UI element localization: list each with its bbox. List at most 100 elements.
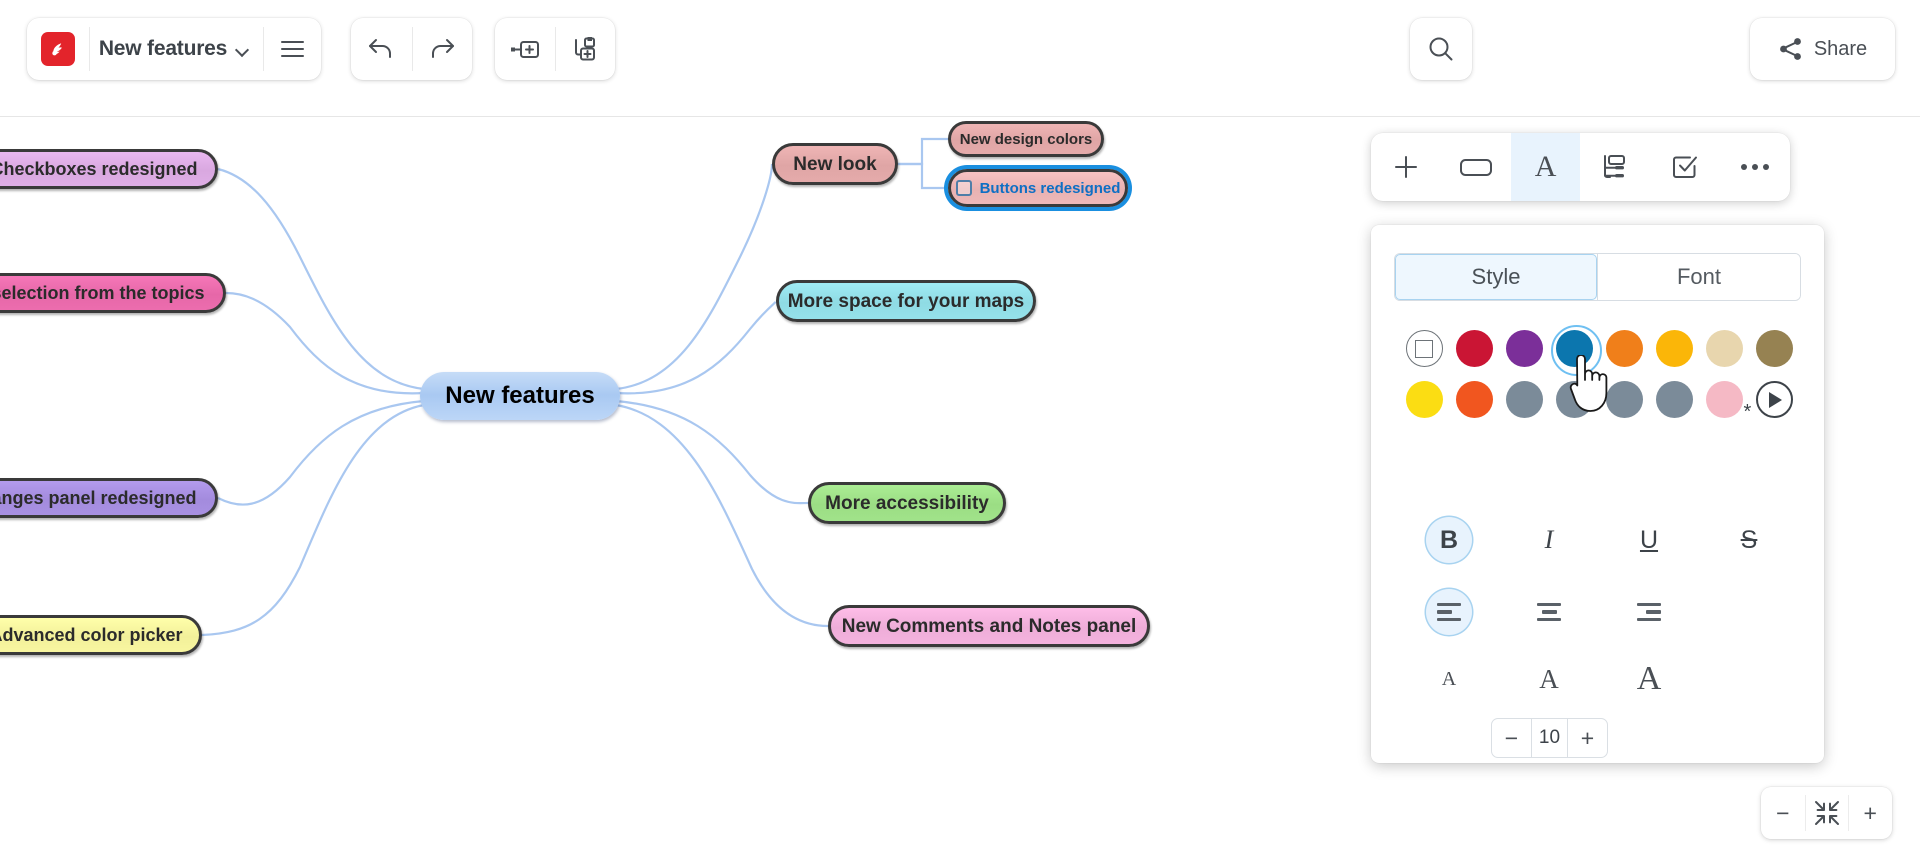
document-title: New features: [98, 37, 228, 60]
color-swatch-olive[interactable]: [1755, 330, 1793, 367]
shape-rectangle-icon: [1459, 159, 1492, 176]
color-swatch-slate-gray-3[interactable]: [1605, 381, 1643, 418]
font-size-medium-label: A: [1539, 663, 1559, 694]
main-menu-button[interactable]: [263, 18, 321, 80]
color-swatch-purple[interactable]: [1505, 330, 1543, 367]
node-checkboxes-redesigned[interactable]: Checkboxes redesigned: [0, 149, 218, 189]
text-format-button[interactable]: A: [1510, 133, 1581, 201]
topic-tree-button[interactable]: [1580, 133, 1650, 201]
color-swatch-more-colors[interactable]: *: [1744, 381, 1793, 422]
node-changes-panel-redesigned[interactable]: anges panel redesigned: [0, 478, 218, 518]
color-swatch-yellow[interactable]: [1405, 381, 1443, 418]
color-swatch-crimson[interactable]: [1455, 330, 1493, 367]
align-right-button[interactable]: [1626, 589, 1672, 635]
bold-button[interactable]: B: [1426, 517, 1472, 563]
add-subtopic-icon: [575, 37, 595, 61]
zoom-out-button[interactable]: −: [1761, 787, 1805, 839]
strikethrough-label: S: [1740, 525, 1758, 554]
node-new-design-colors-label: New design colors: [959, 130, 1093, 148]
undo-button[interactable]: [351, 18, 412, 80]
search-toolbar-group: [1410, 18, 1472, 80]
node-advanced-color-picker-label: Advanced color picker: [0, 625, 183, 645]
font-size-preset-row: A A A: [1399, 655, 1699, 703]
add-subtopic-button[interactable]: [555, 18, 615, 80]
color-swatch-pink[interactable]: [1705, 381, 1743, 418]
add-icon-button[interactable]: [1371, 133, 1441, 201]
color-swatch-orange[interactable]: [1605, 330, 1643, 367]
font-size-small-button[interactable]: A: [1442, 669, 1456, 689]
chevron-down-icon: [236, 45, 249, 53]
search-button[interactable]: [1410, 18, 1472, 80]
color-swatch-slate-gray-2[interactable]: [1555, 381, 1593, 418]
mindmap-app-window: New features Share Checkboxes redesigned…: [0, 0, 1920, 866]
node-central[interactable]: New features: [420, 372, 620, 420]
node-selection-from-topics[interactable]: selection from the topics: [0, 273, 226, 313]
font-size-decrease-button[interactable]: −: [1492, 719, 1531, 757]
mindmeister-logo-icon: [40, 32, 75, 66]
tab-font-label: Font: [1676, 264, 1722, 289]
style-panel: Style Font * B I U S A A A − 10 +: [1371, 225, 1824, 763]
node-advanced-color-picker[interactable]: Advanced color picker: [0, 615, 202, 655]
plus-icon: +: [1863, 799, 1877, 826]
align-left-icon: [1437, 602, 1461, 622]
tab-font[interactable]: Font: [1597, 254, 1800, 300]
underline-button[interactable]: U: [1626, 517, 1672, 563]
node-buttons-redesigned[interactable]: Buttons redesigned: [948, 169, 1128, 207]
node-new-look[interactable]: New look: [772, 143, 898, 185]
share-icon: [1779, 38, 1801, 60]
color-swatch-orange-red[interactable]: [1455, 381, 1493, 418]
plus-icon: +: [1580, 724, 1595, 751]
checkbox-icon: [1673, 156, 1698, 178]
align-center-icon: [1537, 602, 1561, 622]
font-size-large-label: A: [1636, 660, 1662, 697]
text-align-row: [1399, 585, 1699, 639]
font-size-stepper: − 10 +: [1491, 718, 1608, 758]
more-colors-marker: *: [1743, 401, 1752, 423]
redo-button[interactable]: [411, 18, 473, 80]
fit-to-screen-button[interactable]: [1804, 787, 1849, 839]
topic-tree-icon: [1604, 155, 1626, 178]
font-size-increase-button[interactable]: +: [1568, 719, 1607, 757]
search-icon: [1429, 37, 1453, 61]
zoom-in-button[interactable]: +: [1848, 787, 1892, 839]
share-label: Share: [1813, 37, 1868, 60]
italic-button[interactable]: I: [1526, 517, 1572, 563]
checkbox-button[interactable]: [1650, 133, 1720, 201]
node-new-design-colors[interactable]: New design colors: [948, 121, 1104, 157]
node-comments-notes-panel[interactable]: New Comments and Notes panel: [828, 605, 1150, 647]
strikethrough-button[interactable]: S: [1726, 517, 1772, 563]
node-more-accessibility[interactable]: More accessibility: [808, 482, 1006, 524]
node-comments-notes-panel-label: New Comments and Notes panel: [841, 615, 1137, 637]
app-logo-button[interactable]: [27, 18, 89, 80]
document-title-dropdown[interactable]: New features: [88, 18, 263, 80]
color-swatch-beige[interactable]: [1705, 330, 1743, 367]
node-more-space[interactable]: More space for your maps: [776, 280, 1036, 322]
more-options-button[interactable]: [1720, 133, 1790, 201]
underline-label: U: [1639, 525, 1659, 554]
font-size-medium-button[interactable]: A: [1539, 663, 1559, 694]
node-buttons-redesigned-label: Buttons redesigned: [979, 179, 1121, 197]
history-toolbar-group: [351, 18, 472, 80]
style-panel-tabs: Style Font: [1394, 253, 1801, 301]
minus-icon: −: [1776, 799, 1790, 826]
align-left-button[interactable]: [1426, 589, 1472, 635]
share-toolbar-group: Share: [1750, 18, 1895, 80]
italic-label: I: [1544, 525, 1554, 554]
align-center-button[interactable]: [1526, 589, 1572, 635]
add-topic-button[interactable]: [495, 18, 555, 80]
share-button[interactable]: Share: [1750, 18, 1895, 80]
shape-button[interactable]: [1441, 133, 1511, 201]
tab-style[interactable]: Style: [1395, 254, 1597, 300]
color-swatch-blue[interactable]: [1550, 325, 1602, 376]
node-checkbox[interactable]: [955, 180, 972, 196]
font-size-value[interactable]: 10: [1531, 719, 1568, 757]
color-swatch-slate-gray-1[interactable]: [1505, 381, 1543, 418]
color-swatch-grid: *: [1399, 325, 1799, 422]
color-swatch-slate-gray-4[interactable]: [1655, 381, 1693, 418]
node-central-label: New features: [445, 382, 595, 409]
file-toolbar-group: New features: [27, 18, 321, 80]
font-size-large-button[interactable]: A: [1637, 662, 1662, 696]
color-swatch-no-color[interactable]: [1405, 330, 1443, 367]
color-swatch-amber[interactable]: [1655, 330, 1693, 367]
undo-arrow-icon: [369, 39, 392, 58]
